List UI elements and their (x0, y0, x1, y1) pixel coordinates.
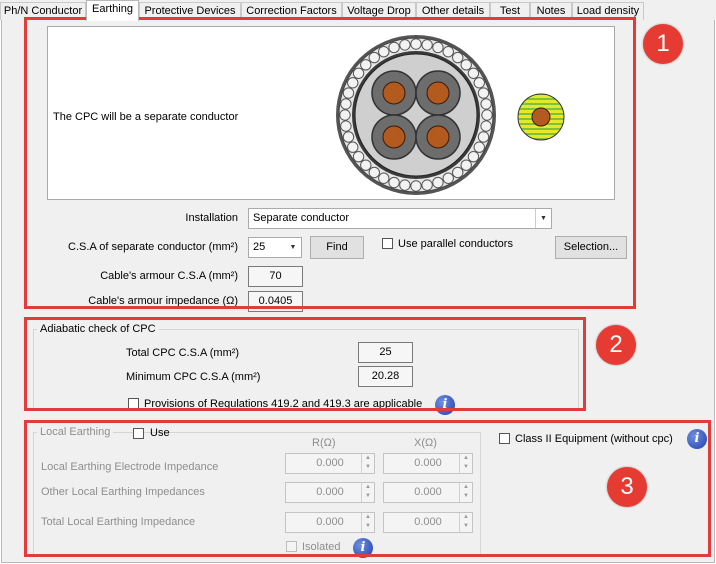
callout-badge-2: 2 (596, 325, 636, 365)
highlight-box-2 (24, 317, 586, 411)
callout-badge-3: 3 (607, 467, 647, 507)
callout-badge-1: 1 (643, 24, 683, 64)
highlight-box-1 (24, 17, 636, 309)
tab-earthing[interactable]: Earthing (86, 0, 139, 21)
